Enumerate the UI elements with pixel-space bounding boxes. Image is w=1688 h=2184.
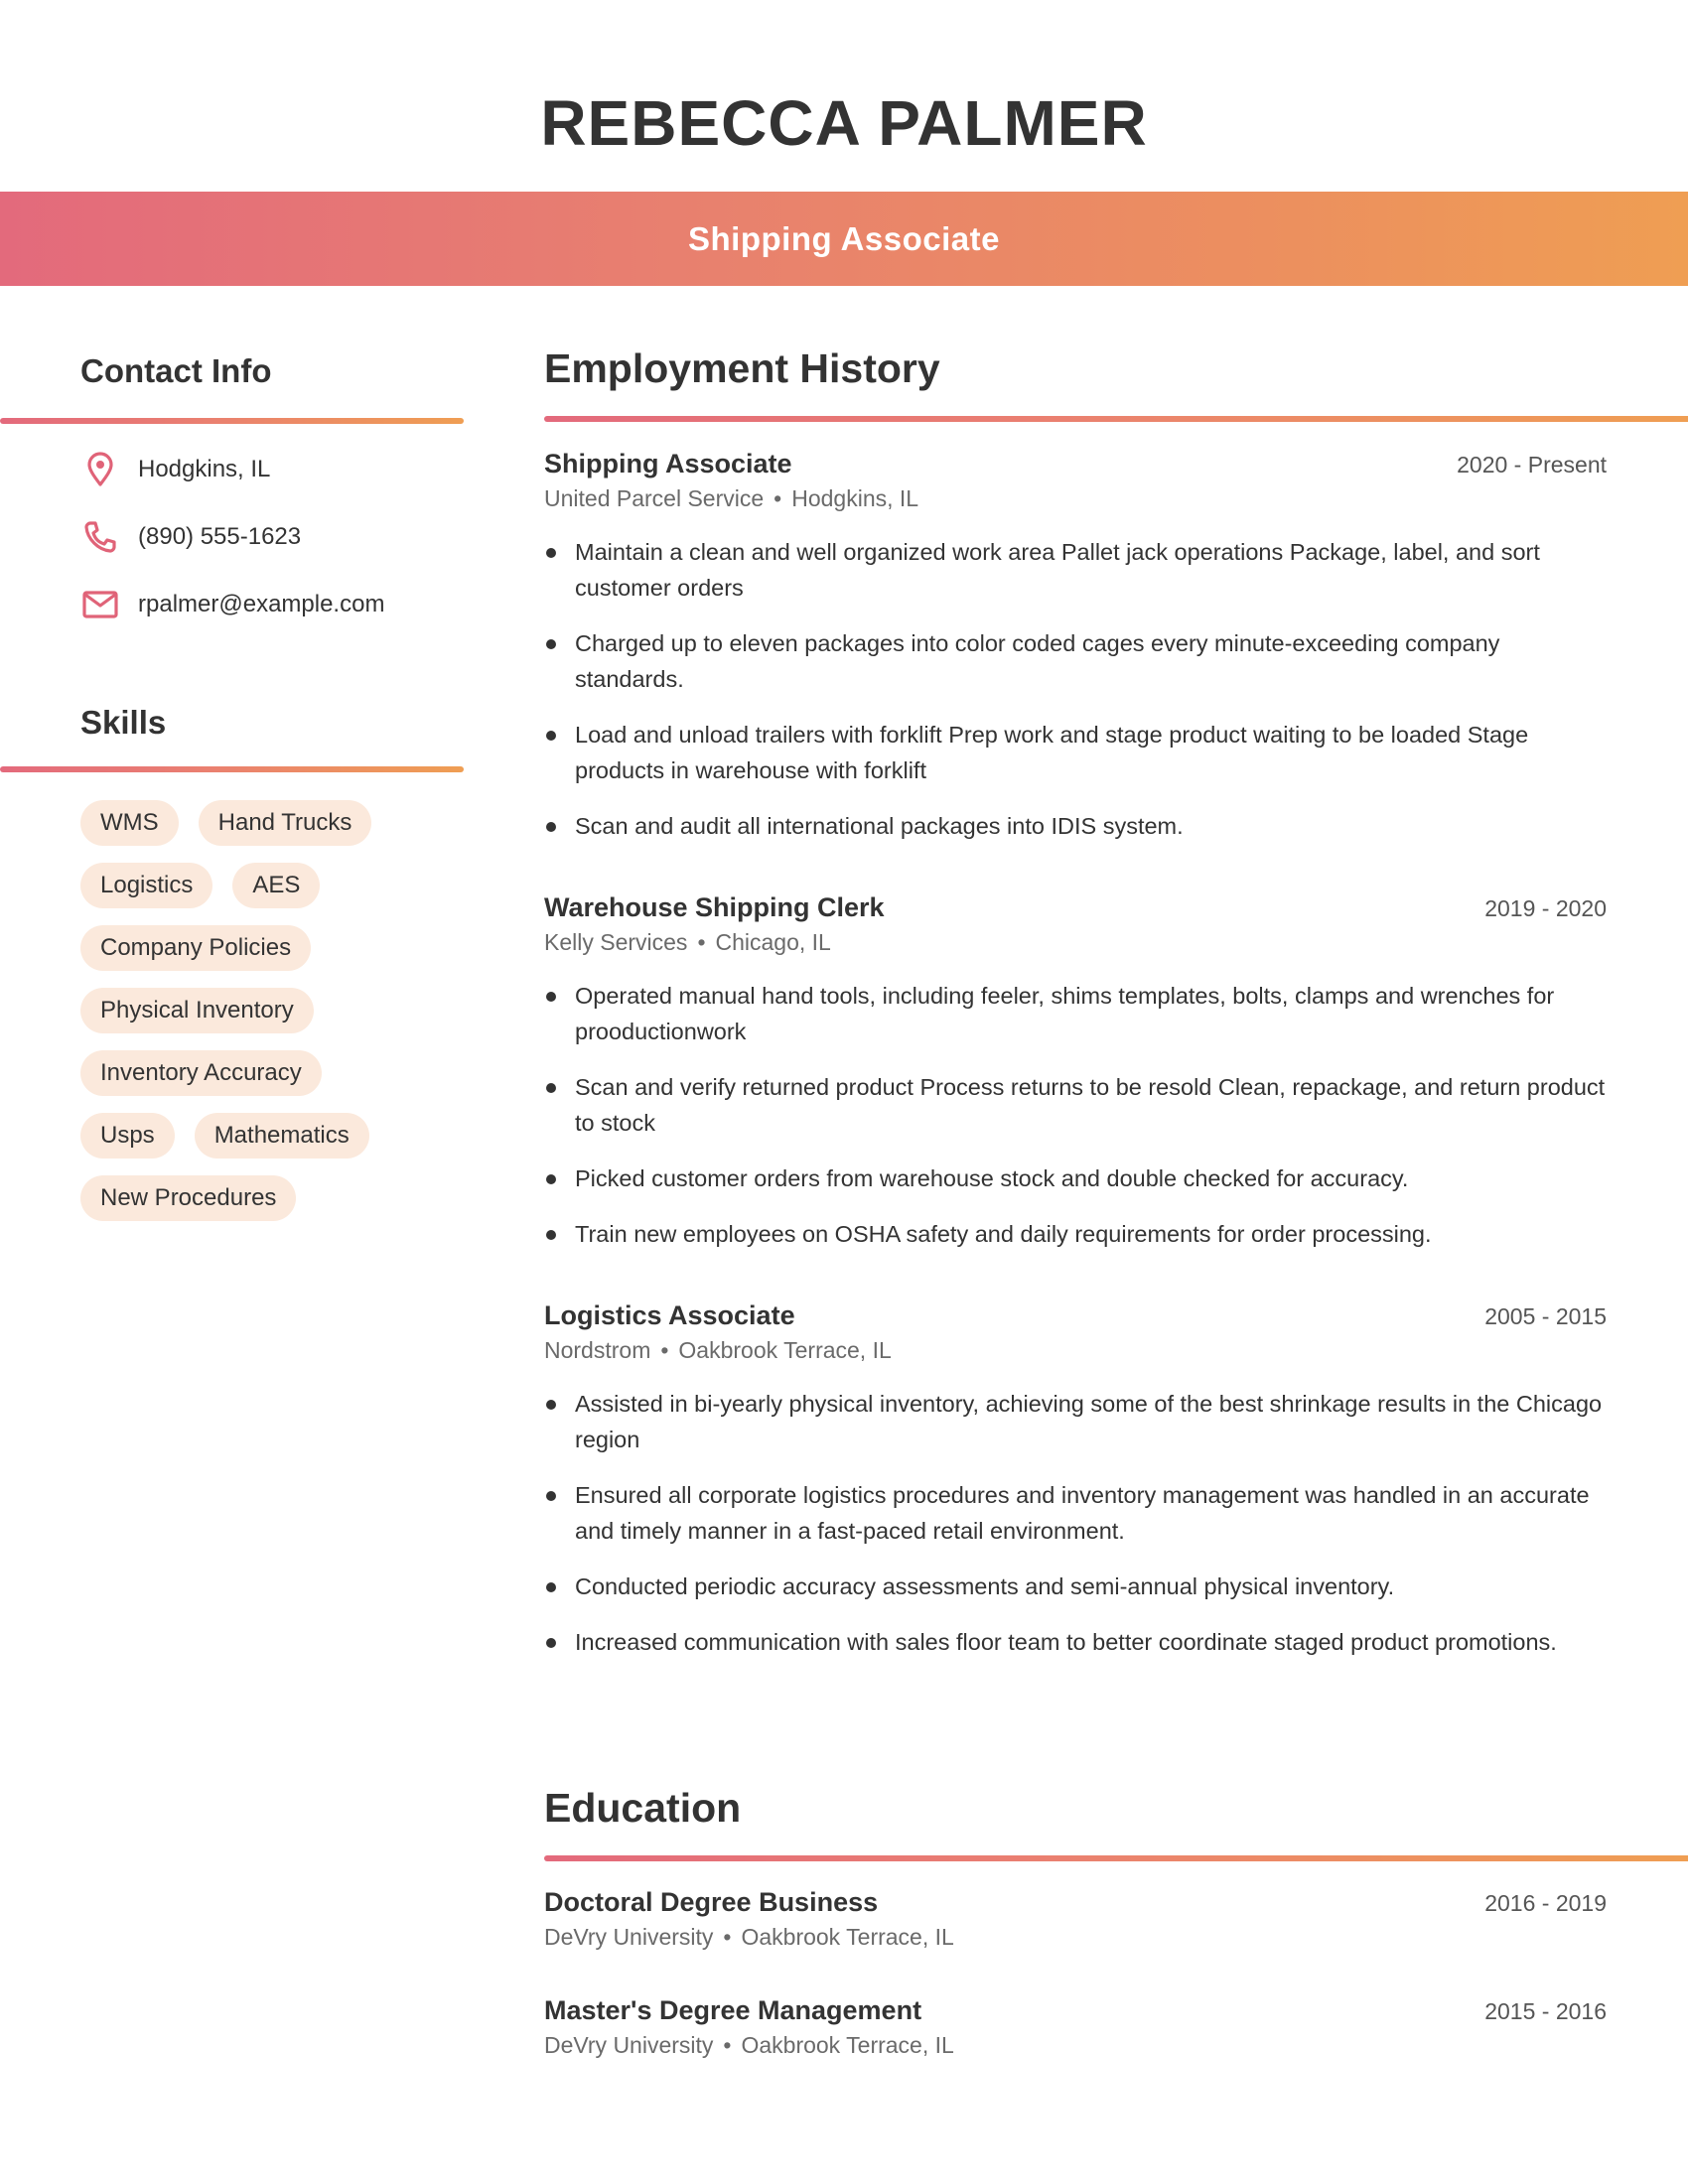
education-dates: 2016 - 2019 xyxy=(1484,1890,1607,1916)
job-entry: Shipping Associate 2020 - Present United… xyxy=(544,449,1607,864)
separator-dot: • xyxy=(660,1337,669,1363)
job-company: Nordstrom xyxy=(544,1337,651,1363)
job-bullet: Maintain a clean and well organized work… xyxy=(544,534,1607,606)
phone-icon xyxy=(80,517,120,557)
job-bullets: Assisted in bi-yearly physical inventory… xyxy=(544,1386,1607,1660)
skill-pill: Inventory Accuracy xyxy=(80,1050,322,1096)
job-entry: Logistics Associate 2005 - 2015 Nordstro… xyxy=(544,1300,1607,1680)
job-bullet: Load and unload trailers with forklift P… xyxy=(544,717,1607,788)
separator-dot: • xyxy=(723,2032,732,2058)
education-entry: Doctoral Degree Business 2016 - 2019 DeV… xyxy=(544,1887,1607,1951)
job-company: Kelly Services xyxy=(544,929,688,955)
employment-history-rule xyxy=(544,416,1688,422)
job-dates: 2005 - 2015 xyxy=(1484,1303,1607,1329)
job-title-subtitle: Shipping Associate xyxy=(688,219,1000,257)
skill-pill: AES xyxy=(232,863,321,908)
degree-title: Doctoral Degree Business xyxy=(544,1887,879,1917)
candidate-name: REBECCA PALMER xyxy=(540,87,1148,159)
job-bullet: Assisted in bi-yearly physical inventory… xyxy=(544,1386,1607,1457)
education-rule xyxy=(544,1855,1688,1861)
job-bullet: Conducted periodic accuracy assessments … xyxy=(544,1569,1607,1604)
job-bullet: Scan and verify returned product Process… xyxy=(544,1069,1607,1141)
skill-pill: Logistics xyxy=(80,863,213,908)
school-name: DeVry University xyxy=(544,2032,714,2058)
contact-location-text: Hodgkins, IL xyxy=(138,456,271,482)
skill-pill: Mathematics xyxy=(194,1113,369,1159)
contact-info-rule xyxy=(0,418,464,424)
mail-icon xyxy=(80,585,120,624)
contact-email-text[interactable]: rpalmer@example.com xyxy=(138,591,384,618)
education-dates: 2015 - 2016 xyxy=(1484,1998,1607,2024)
title-banner: Shipping Associate xyxy=(0,192,1688,286)
job-bullets: Maintain a clean and well organized work… xyxy=(544,534,1607,844)
separator-dot: • xyxy=(774,485,782,511)
skill-pill: New Procedures xyxy=(80,1175,297,1221)
job-bullet: Picked customer orders from warehouse st… xyxy=(544,1160,1607,1196)
education-meta: DeVry University • Oakbrook Terrace, IL xyxy=(544,1924,1607,1951)
job-bullet: Scan and audit all international package… xyxy=(544,808,1607,844)
contact-email[interactable]: rpalmer@example.com xyxy=(80,585,384,624)
job-location: Oakbrook Terrace, IL xyxy=(678,1337,892,1363)
employment-history-heading: Employment History xyxy=(544,345,940,391)
job-bullet: Train new employees on OSHA safety and d… xyxy=(544,1216,1607,1252)
map-pin-icon xyxy=(80,450,120,489)
degree-title: Master's Degree Management xyxy=(544,1995,922,2025)
job-bullet: Ensured all corporate logistics procedur… xyxy=(544,1477,1607,1549)
skill-pill: Usps xyxy=(80,1113,175,1159)
job-bullet: Charged up to eleven packages into color… xyxy=(544,625,1607,697)
job-title: Warehouse Shipping Clerk xyxy=(544,892,885,922)
job-bullets: Operated manual hand tools, including fe… xyxy=(544,978,1607,1252)
contact-info-heading: Contact Info xyxy=(80,352,272,389)
separator-dot: • xyxy=(723,1924,732,1950)
skills-list: WMS Hand Trucks Logistics AES Company Po… xyxy=(80,800,458,1221)
job-company: United Parcel Service xyxy=(544,485,765,511)
job-location: Chicago, IL xyxy=(715,929,831,955)
education-heading: Education xyxy=(544,1785,742,1831)
job-dates: 2019 - 2020 xyxy=(1484,895,1607,921)
job-meta: United Parcel Service • Hodgkins, IL xyxy=(544,485,1607,512)
skills-heading: Skills xyxy=(80,704,167,741)
job-bullet: Operated manual hand tools, including fe… xyxy=(544,978,1607,1049)
education-meta: DeVry University • Oakbrook Terrace, IL xyxy=(544,2032,1607,2059)
job-location: Hodgkins, IL xyxy=(791,485,919,511)
job-title: Shipping Associate xyxy=(544,449,792,478)
contact-phone[interactable]: (890) 555-1623 xyxy=(80,517,301,557)
job-meta: Kelly Services • Chicago, IL xyxy=(544,929,1607,956)
school-location: Oakbrook Terrace, IL xyxy=(741,1924,954,1950)
job-meta: Nordstrom • Oakbrook Terrace, IL xyxy=(544,1337,1607,1364)
job-title: Logistics Associate xyxy=(544,1300,795,1330)
school-location: Oakbrook Terrace, IL xyxy=(741,2032,954,2058)
contact-location: Hodgkins, IL xyxy=(80,450,270,489)
skill-pill: Physical Inventory xyxy=(80,988,314,1033)
education-entry: Master's Degree Management 2015 - 2016 D… xyxy=(544,1995,1607,2059)
job-bullet: Increased communication with sales floor… xyxy=(544,1624,1607,1660)
skill-pill: WMS xyxy=(80,800,179,846)
skill-pill: Company Policies xyxy=(80,925,312,971)
job-dates: 2020 - Present xyxy=(1457,452,1607,478)
separator-dot: • xyxy=(697,929,706,955)
skills-rule xyxy=(0,766,464,772)
job-entry: Warehouse Shipping Clerk 2019 - 2020 Kel… xyxy=(544,892,1607,1272)
contact-phone-text[interactable]: (890) 555-1623 xyxy=(138,523,301,551)
school-name: DeVry University xyxy=(544,1924,714,1950)
skill-pill: Hand Trucks xyxy=(198,800,372,846)
